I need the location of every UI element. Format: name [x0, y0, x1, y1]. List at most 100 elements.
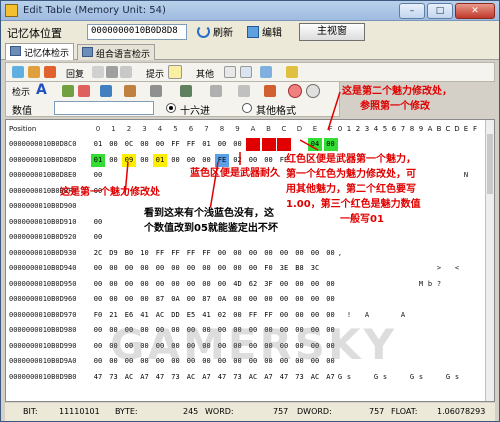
hex-byte-cell[interactable]: 00 [91, 231, 105, 244]
hex-byte-cell[interactable] [169, 169, 183, 182]
hex-byte-cell[interactable]: 87 [153, 293, 167, 306]
hex-byte-cell[interactable]: 01 [91, 138, 105, 151]
hex-byte-cell[interactable]: 00 [277, 278, 291, 291]
ascii-char-cell[interactable]: b [426, 278, 434, 291]
hex-byte-cell[interactable]: 00 [91, 293, 105, 306]
hex-byte-cell[interactable]: 00 [153, 138, 167, 151]
hex-byte-cell[interactable]: 00 [215, 247, 229, 260]
hex-byte-cell[interactable]: 47 [277, 371, 291, 384]
list-icon[interactable] [238, 85, 250, 97]
hex-byte-cell[interactable]: FF [184, 138, 198, 151]
hex-byte-cell[interactable]: 00 [200, 154, 214, 167]
hex-byte-cell[interactable]: 00 [246, 262, 260, 275]
hex-byte-cell[interactable]: 73 [107, 371, 121, 384]
page-icon[interactable] [224, 66, 236, 78]
hex-byte-cell[interactable]: 00 [293, 247, 307, 260]
filter-icon[interactable] [210, 85, 222, 97]
replace-icon[interactable] [150, 85, 162, 97]
goto-icon[interactable] [180, 85, 192, 97]
minimize-button[interactable]: – [399, 3, 425, 19]
hex-byte-cell[interactable]: 00 [246, 247, 260, 260]
hex-byte-cell[interactable]: AC [246, 371, 260, 384]
clear-icon[interactable] [44, 66, 56, 78]
search-next-icon[interactable] [62, 85, 74, 97]
hex-byte-cell[interactable]: 02 [231, 154, 245, 167]
marker-icon[interactable] [264, 85, 276, 97]
hex-byte-cell[interactable]: 00 [184, 293, 198, 306]
hex-byte-cell[interactable]: 00 [107, 154, 121, 167]
hex-byte-cell[interactable]: 87 [200, 293, 214, 306]
hex-byte-cell[interactable]: 00 [91, 169, 105, 182]
hex-byte-cell[interactable] [246, 138, 260, 151]
hex-byte-cell[interactable] [107, 169, 121, 182]
hex-byte-cell[interactable]: 00 [277, 293, 291, 306]
hex-byte-cell[interactable]: 0C [122, 138, 136, 151]
hex-byte-cell[interactable]: 2C [91, 247, 105, 260]
binoculars-icon[interactable] [124, 85, 136, 97]
hex-byte-cell[interactable]: 62 [246, 278, 260, 291]
hex-byte-cell[interactable] [122, 216, 136, 229]
hex-byte-cell[interactable]: 00 [122, 293, 136, 306]
address-input[interactable]: 0000000010B0D8D8 [87, 24, 187, 40]
hex-byte-cell[interactable]: 01 [153, 153, 167, 167]
vertical-scrollbar[interactable] [485, 120, 494, 401]
hex-byte-cell[interactable]: 00 [138, 278, 152, 291]
hex-byte-cell[interactable] [293, 231, 307, 244]
value-input[interactable] [54, 101, 154, 115]
ascii-char-cell[interactable]: G [408, 371, 416, 384]
ascii-char-cell[interactable]: G [336, 371, 344, 384]
hex-byte-cell[interactable]: FF [169, 247, 183, 260]
hex-byte-cell[interactable]: 00 [231, 247, 245, 260]
hex-byte-cell[interactable]: 3F [262, 278, 276, 291]
hex-byte-cell[interactable]: 00 [262, 154, 276, 167]
ascii-char-cell[interactable]: M [417, 278, 425, 291]
hex-byte-cell[interactable]: 00 [122, 262, 136, 275]
scroll-thumb[interactable] [487, 134, 493, 194]
hex-byte-cell[interactable]: 00 [200, 262, 214, 275]
hex-byte-cell[interactable]: 00 [323, 138, 338, 151]
hex-byte-cell[interactable]: 0A [215, 293, 229, 306]
hex-byte-cell[interactable] [308, 216, 322, 229]
hex-byte-cell[interactable]: 00 [308, 293, 322, 306]
hex-byte-cell[interactable]: 0A [169, 293, 183, 306]
hex-byte-cell[interactable] [277, 231, 291, 244]
hex-byte-cell[interactable] [200, 185, 214, 198]
tools-icon[interactable] [286, 66, 298, 78]
hex-byte-cell[interactable]: 00 [153, 262, 167, 275]
hex-byte-cell[interactable]: 00 [231, 138, 245, 151]
hex-byte-cell[interactable]: 00 [169, 154, 183, 167]
hex-byte-cell[interactable]: 00 [184, 154, 198, 167]
other-format-radio[interactable] [242, 103, 252, 113]
hex-byte-cell[interactable]: 00 [324, 293, 338, 306]
hex-byte-cell[interactable] [262, 185, 276, 198]
hex-byte-cell[interactable] [169, 185, 183, 198]
document-icon[interactable] [240, 66, 252, 78]
search-prev-icon[interactable] [78, 85, 90, 97]
hex-byte-cell[interactable]: 00 [91, 324, 105, 337]
font-a-icon[interactable]: A [36, 82, 47, 98]
hex-byte-cell[interactable]: 00 [184, 262, 198, 275]
hex-byte-cell[interactable]: 00 [107, 293, 121, 306]
bookmark-icon[interactable] [28, 66, 40, 78]
hex-byte-cell[interactable]: 47 [215, 371, 229, 384]
ascii-char-cell[interactable]: s [453, 371, 461, 384]
hex-byte-cell[interactable]: 00 [231, 293, 245, 306]
hex-byte-cell[interactable]: 01 [91, 153, 105, 167]
hex-byte-cell[interactable] [215, 185, 229, 198]
ascii-char-cell[interactable]: s [345, 371, 353, 384]
find-icon[interactable] [100, 85, 112, 97]
hex-byte-cell[interactable]: 00 [138, 154, 152, 167]
maximize-button[interactable]: □ [427, 3, 453, 19]
main-window-button[interactable]: 主视窗 [299, 23, 365, 41]
delete-icon[interactable] [106, 66, 118, 78]
hex-byte-cell[interactable]: 00 [293, 293, 307, 306]
record-icon[interactable] [288, 84, 302, 98]
hex-byte-cell[interactable]: FF [153, 247, 167, 260]
hex-byte-cell[interactable]: 00 [153, 278, 167, 291]
hex-byte-cell[interactable]: 00 [324, 278, 338, 291]
hex-byte-cell[interactable]: 09 [122, 153, 136, 167]
hex-byte-cell[interactable]: B0 [122, 247, 136, 260]
hex-byte-cell[interactable]: FF [200, 247, 214, 260]
hex-byte-cell[interactable]: 00 [215, 138, 229, 151]
hex-byte-cell[interactable]: 00 [262, 247, 276, 260]
